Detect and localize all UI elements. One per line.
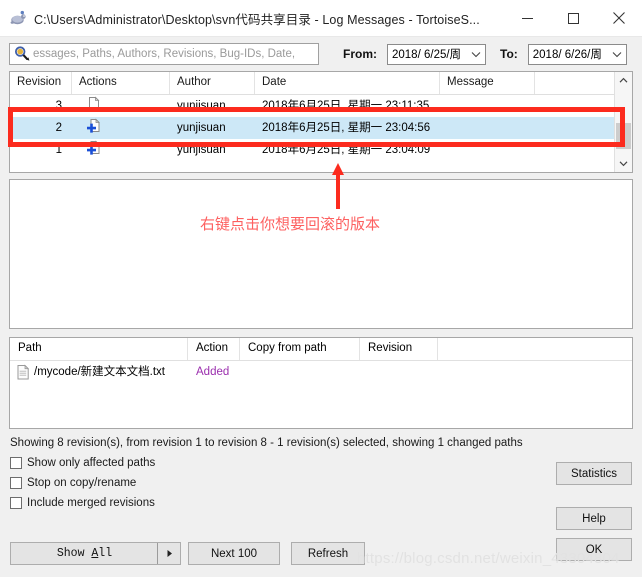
column-header-revision[interactable]: Revision — [10, 72, 72, 94]
checkbox-box[interactable] — [10, 476, 22, 489]
column-header-date[interactable]: Date — [255, 72, 440, 94]
column-header-revision[interactable]: Revision — [360, 338, 438, 360]
added-file-icon — [86, 118, 102, 134]
checkbox-label: Stop on copy/rename — [27, 476, 137, 489]
table-row[interactable]: 3 yunjisuan 2018年6月25日, 星期一 23:11:35 — [10, 95, 614, 117]
cell-revision: 2 — [55, 122, 62, 134]
cell-filler — [535, 117, 614, 139]
to-date-picker[interactable]: 2018/ 6/26/周 — [527, 43, 627, 65]
statistics-button[interactable]: Statistics — [556, 462, 632, 485]
checkbox-box[interactable] — [10, 496, 22, 509]
show-all-dropdown[interactable] — [157, 543, 180, 564]
close-button[interactable] — [596, 0, 642, 36]
table-row[interactable]: 2 yunjisuan 2018年6月25日, 星期一 23:04:56 — [10, 117, 614, 139]
bottom-button-bar: Show All Next 100 Refresh — [0, 537, 642, 577]
title-bar: C:\Users\Administrator\Desktop\svn代码共享目录… — [0, 0, 642, 37]
refresh-button[interactable]: Refresh — [291, 542, 365, 565]
cell-revision: 3 — [55, 100, 62, 112]
log-list-scrollbar[interactable] — [614, 72, 632, 172]
checkbox-include-merged-revisions[interactable]: Include merged revisions — [10, 493, 642, 512]
cell-path-text: /mycode/新建文本文档.txt — [34, 366, 165, 378]
options-checkbox-group: Show only affected paths Stop on copy/re… — [10, 453, 642, 512]
commit-message-pane[interactable] — [9, 179, 633, 329]
cell-filler — [535, 95, 614, 117]
column-header-copy-from-path[interactable]: Copy from path — [240, 338, 360, 360]
cell-action — [72, 95, 170, 117]
log-table-header: Revision Actions Author Date Message — [10, 72, 614, 95]
cell-action — [72, 117, 170, 139]
log-messages-list[interactable]: Revision Actions Author Date Message 3 y… — [9, 71, 633, 173]
window-title: C:\Users\Administrator\Desktop\svn代码共享目录… — [34, 12, 480, 27]
checkbox-label: Show only affected paths — [27, 456, 156, 469]
help-button[interactable]: Help — [556, 507, 632, 530]
cell-filler — [535, 139, 614, 161]
chevron-up-icon — [619, 77, 628, 83]
status-text: Showing 8 revision(s), from revision 1 t… — [10, 437, 523, 449]
column-header-path[interactable]: Path — [10, 338, 188, 360]
search-input[interactable]: essages, Paths, Authors, Revisions, Bug-… — [9, 43, 319, 65]
cell-date: 2018年6月25日, 星期一 23:04:56 — [262, 122, 431, 134]
caret-right-icon — [167, 550, 172, 557]
chevron-down-icon — [619, 161, 628, 167]
chevron-down-icon — [611, 48, 623, 60]
cell-date: 2018年6月25日, 星期一 23:11:35 — [262, 100, 430, 112]
minimize-button[interactable] — [504, 0, 550, 36]
cell-author: yunjisuan — [177, 144, 226, 156]
scrollbar-track[interactable] — [615, 89, 632, 155]
cell-copy-from-path — [240, 361, 360, 383]
show-all-label: Show All — [56, 547, 113, 560]
cell-revision — [360, 361, 438, 383]
cell-author: yunjisuan — [177, 122, 226, 134]
path-table-header: Path Action Copy from path Revision — [10, 338, 632, 361]
to-date-value: 2018/ 6/26/周 — [532, 49, 602, 61]
from-label: From: — [343, 47, 377, 61]
cell-action — [72, 139, 170, 161]
show-all-button[interactable]: Show All — [10, 542, 181, 565]
from-date-picker[interactable]: 2018/ 6/25/周 — [387, 43, 486, 65]
tortoise-svn-icon — [9, 9, 27, 27]
chevron-down-icon — [470, 48, 482, 60]
column-header-filler — [535, 72, 614, 94]
changed-paths-list[interactable]: Path Action Copy from path Revision /myc… — [9, 337, 633, 429]
cell-date: 2018年6月25日, 星期一 23:04:09 — [262, 144, 431, 156]
scrollbar-thumb[interactable] — [616, 123, 631, 149]
cell-message — [440, 139, 535, 161]
maximize-icon — [567, 12, 579, 24]
table-row[interactable]: 1 yunjisuan 2018年6月25日, 星期一 23:04:09 — [10, 139, 614, 161]
minimize-icon — [521, 17, 533, 19]
close-icon — [613, 12, 625, 24]
filter-bar: essages, Paths, Authors, Revisions, Bug-… — [0, 37, 642, 71]
cell-message — [440, 117, 535, 139]
table-row[interactable]: /mycode/新建文本文档.txt Added — [10, 361, 632, 383]
cell-author: yunjisuan — [177, 100, 226, 112]
search-placeholder-text: essages, Paths, Authors, Revisions, Bug-… — [33, 48, 296, 60]
to-label: To: — [500, 47, 518, 61]
column-header-message[interactable]: Message — [440, 72, 535, 94]
search-icon — [12, 44, 32, 64]
scroll-up-button[interactable] — [615, 72, 632, 89]
text-file-icon — [16, 364, 30, 380]
maximize-button[interactable] — [550, 0, 596, 36]
checkbox-stop-on-copy-rename[interactable]: Stop on copy/rename — [10, 473, 642, 492]
column-header-filler — [438, 338, 632, 360]
cell-path: /mycode/新建文本文档.txt — [10, 361, 188, 383]
added-file-icon — [86, 140, 102, 156]
column-header-actions[interactable]: Actions — [72, 72, 170, 94]
from-date-value: 2018/ 6/25/周 — [392, 49, 462, 61]
scroll-down-button[interactable] — [615, 155, 632, 172]
checkbox-label: Include merged revisions — [27, 496, 155, 509]
cell-action: Added — [196, 366, 230, 378]
next-100-button[interactable]: Next 100 — [188, 542, 280, 565]
cell-message — [440, 95, 535, 117]
cell-filler — [438, 361, 632, 383]
window-controls — [504, 0, 642, 36]
checkbox-show-only-affected-paths[interactable]: Show only affected paths — [10, 453, 642, 472]
checkbox-box[interactable] — [10, 456, 22, 469]
cell-revision: 1 — [55, 144, 62, 156]
column-header-action[interactable]: Action — [188, 338, 240, 360]
modified-file-icon — [86, 96, 102, 112]
log-list-body: Revision Actions Author Date Message 3 y… — [10, 72, 614, 172]
column-header-author[interactable]: Author — [170, 72, 255, 94]
